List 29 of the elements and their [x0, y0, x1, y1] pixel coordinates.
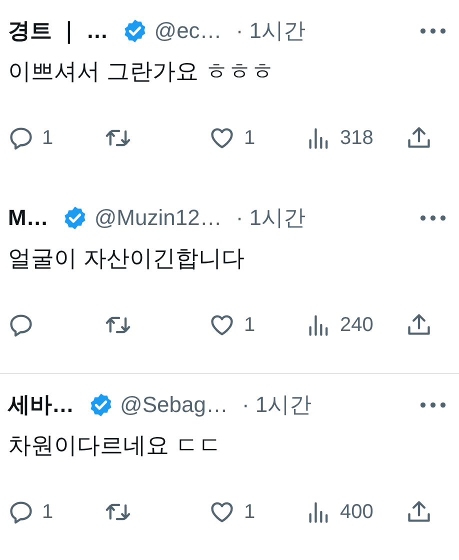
- view-count: 400: [340, 500, 374, 524]
- like-count: 1: [244, 500, 256, 524]
- like-count: 1: [244, 314, 256, 336]
- author-name[interactable]: 세바…: [8, 390, 74, 420]
- post-time[interactable]: · 1시간: [236, 203, 306, 233]
- post-text: 얼굴이 자산이긴합니다: [8, 244, 246, 273]
- post-time[interactable]: · 1시간: [242, 390, 312, 420]
- reply-count: 1: [42, 126, 54, 150]
- author-handle[interactable]: @Sebag…: [120, 392, 228, 418]
- author-name[interactable]: M…: [8, 205, 48, 231]
- reply-count: 1: [42, 500, 54, 524]
- reply-icon[interactable]: [8, 125, 34, 151]
- share-icon[interactable]: [406, 499, 432, 525]
- author-handle[interactable]: @Muzin12…: [94, 205, 222, 231]
- post-time[interactable]: · 1시간: [236, 16, 306, 46]
- share-icon[interactable]: [406, 125, 432, 151]
- more-options-icon[interactable]: [419, 401, 447, 409]
- view-count: 240: [340, 314, 374, 336]
- reply-icon[interactable]: [8, 312, 34, 338]
- like-count: 1: [244, 126, 256, 150]
- author-name[interactable]: 경트 ｜ …: [8, 16, 108, 46]
- more-options-icon[interactable]: [419, 214, 447, 222]
- post-text: 이쁘셔서 그란가요 ㅎㅎㅎ: [8, 57, 275, 86]
- view-count: 318: [340, 126, 374, 150]
- reply-icon[interactable]: [8, 499, 34, 525]
- post-text: 차원이다르네요 ㄷㄷ: [8, 431, 222, 460]
- share-icon[interactable]: [406, 312, 432, 338]
- author-handle[interactable]: @ec…: [154, 18, 222, 44]
- more-options-icon[interactable]: [419, 27, 447, 35]
